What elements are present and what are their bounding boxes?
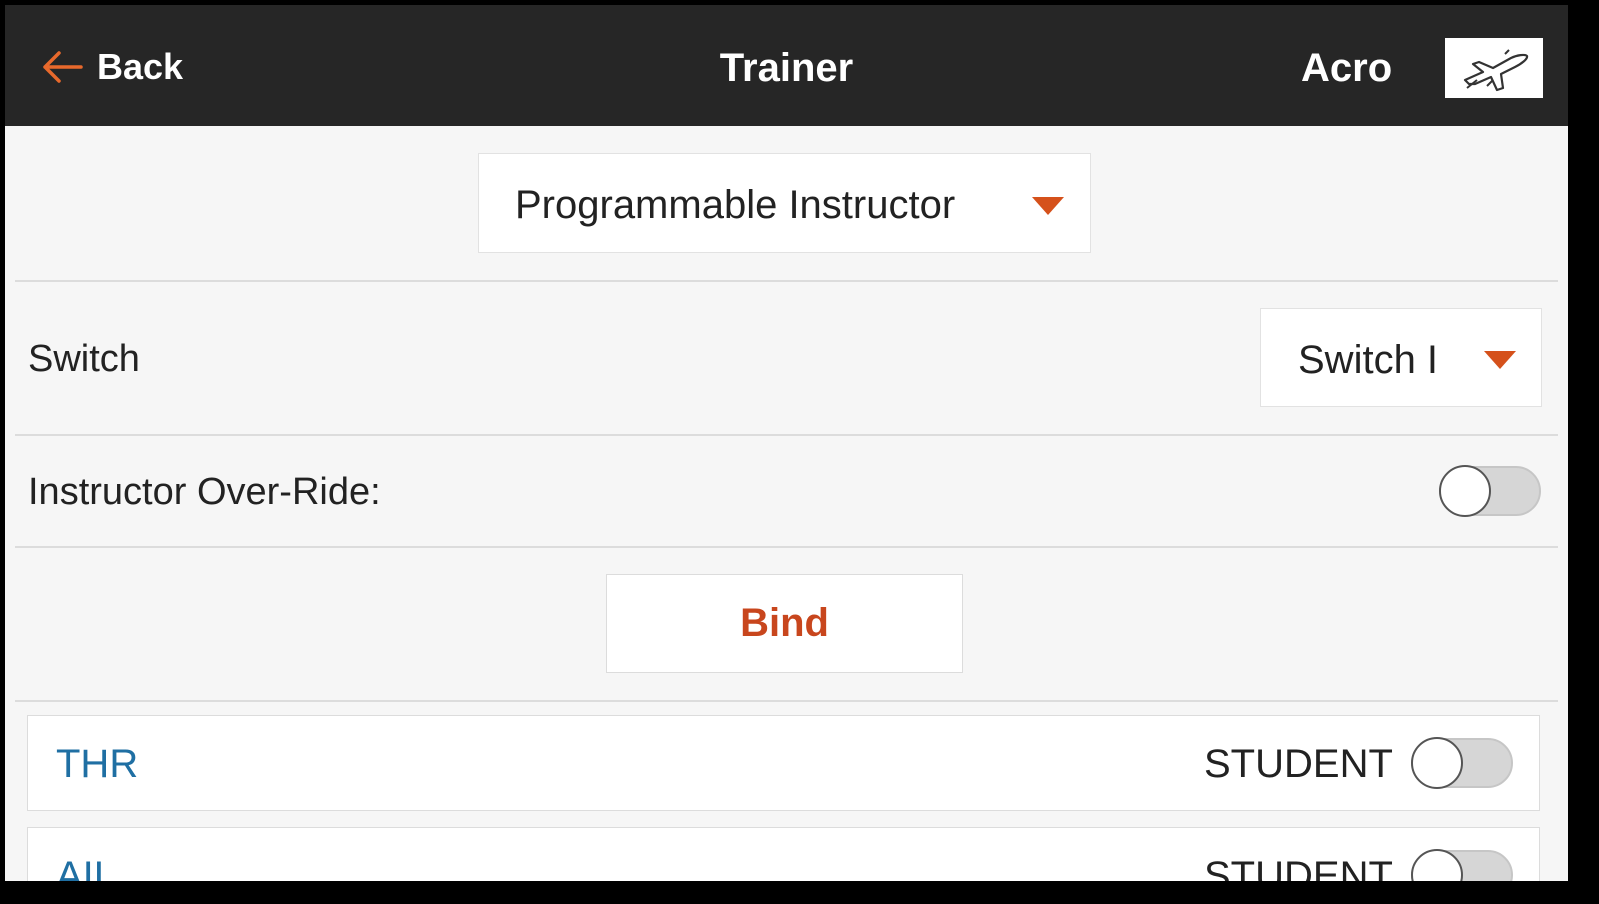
switch-label: Switch: [28, 338, 140, 380]
switch-dropdown[interactable]: Switch I: [1260, 308, 1542, 407]
channel-mode-label: STUDENT: [1204, 742, 1393, 786]
trainer-screen: Back Trainer Acro Programmable Instructo…: [5, 5, 1568, 881]
instructor-override-label: Instructor Over-Ride:: [28, 471, 381, 513]
divider: [15, 280, 1558, 282]
divider: [15, 546, 1558, 548]
airplane-icon: [1463, 49, 1529, 92]
chevron-down-icon: [1032, 197, 1064, 215]
model-type-button[interactable]: [1445, 38, 1543, 98]
channel-row-thr[interactable]: THR STUDENT: [27, 715, 1540, 811]
toggle-knob: [1411, 737, 1463, 789]
channel-mode-label: STUDENT: [1204, 854, 1393, 881]
top-bar: Back Trainer Acro: [5, 5, 1568, 126]
channel-name: AIL: [56, 854, 117, 881]
toggle-knob: [1411, 849, 1463, 881]
chevron-down-icon: [1484, 351, 1516, 369]
divider: [15, 700, 1558, 702]
trainer-mode-dropdown[interactable]: Programmable Instructor: [478, 153, 1091, 253]
channel-row-ail[interactable]: AIL STUDENT: [27, 827, 1540, 881]
trainer-mode-value: Programmable Instructor: [515, 183, 956, 227]
divider: [15, 434, 1558, 436]
switch-value: Switch I: [1298, 338, 1439, 382]
bind-button[interactable]: Bind: [606, 574, 963, 673]
toggle-knob: [1439, 465, 1491, 517]
channel-student-toggle[interactable]: [1411, 849, 1513, 881]
channel-student-toggle[interactable]: [1411, 737, 1513, 789]
model-name: Acro: [1301, 46, 1393, 90]
channel-name: THR: [56, 742, 139, 786]
instructor-override-toggle[interactable]: [1439, 465, 1541, 517]
